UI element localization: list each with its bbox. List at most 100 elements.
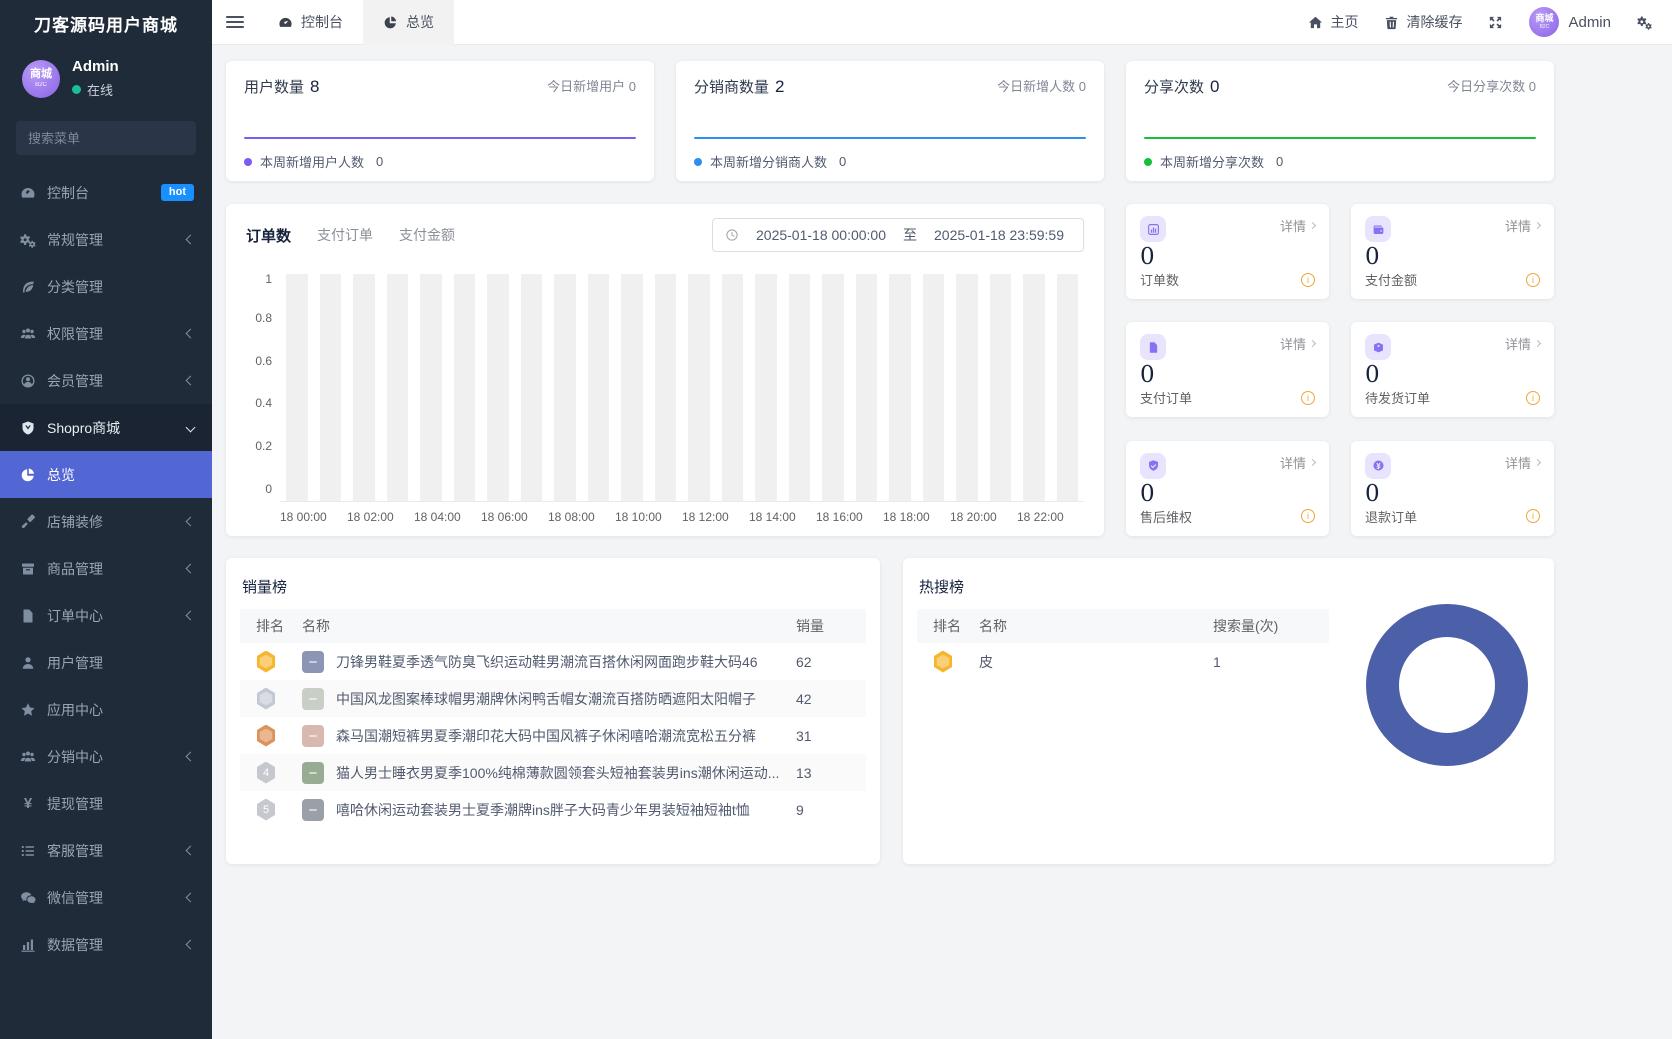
- sidebar-item-overview[interactable]: 总览: [0, 451, 212, 498]
- paintbrush-icon: [20, 514, 36, 530]
- detail-link[interactable]: 详情: [1505, 334, 1542, 353]
- detail-link[interactable]: 详情: [1280, 453, 1317, 472]
- info-icon[interactable]: i: [1526, 509, 1540, 524]
- chevron-left-icon: [185, 563, 196, 574]
- sidebar-item-apps[interactable]: 应用中心: [0, 686, 212, 733]
- x-tick-label: 18 10:00: [615, 510, 662, 524]
- chart-bar: [386, 274, 408, 501]
- stat-card-after-sales: 详情 0 售后维权 i: [1126, 440, 1329, 536]
- sidebar-item-members[interactable]: 会员管理: [0, 357, 212, 404]
- chart-bar: [855, 274, 877, 501]
- bronze-medal-icon: [257, 724, 275, 747]
- avatar: 商城 B2C: [1529, 7, 1560, 37]
- chevron-left-icon: [185, 328, 196, 339]
- chevron-right-icon: [1533, 340, 1542, 348]
- sales-value: 13: [796, 764, 812, 781]
- chart-tab-paid-orders[interactable]: 支付订单: [317, 225, 373, 245]
- detail-link[interactable]: 详情: [1505, 216, 1542, 235]
- paid-orders-value: 0: [1140, 362, 1155, 389]
- bar-chart-icon: [1140, 216, 1166, 242]
- chart-tab-orders[interactable]: 订单数: [246, 225, 291, 246]
- keyword: 皮: [979, 653, 993, 670]
- hot-badge: hot: [160, 183, 194, 202]
- sidebar-item-data[interactable]: 数据管理: [0, 921, 212, 968]
- chevron-left-icon: [185, 610, 196, 621]
- detail-link[interactable]: 详情: [1280, 216, 1317, 235]
- chevron-left-icon: [185, 845, 196, 856]
- menu-toggle-icon[interactable]: [212, 0, 258, 45]
- gauge-icon: [20, 185, 36, 201]
- info-icon[interactable]: i: [1301, 509, 1315, 524]
- date-range-picker[interactable]: 2025-01-18 00:00:00 至 2025-01-18 23:59:5…: [712, 218, 1084, 252]
- trend-line: [1144, 137, 1536, 139]
- stat-cards-grid: 详情 0 订单数 i 详情 0 支付金额 i 详情 0 支付订单 i 详情 0 …: [1126, 204, 1554, 536]
- gauge-icon: [278, 15, 293, 30]
- sidebar-item-general[interactable]: 常规管理: [0, 216, 212, 263]
- stat-card-paid-orders: 详情 0 支付订单 i: [1126, 322, 1329, 418]
- silver-medal-icon: [257, 687, 275, 710]
- sidebar-item-dashboard[interactable]: 控制台 hot: [0, 169, 212, 216]
- sidebar-menu: 控制台 hot 常规管理 分类管理 权限管理 会员管理 Shopro商城 总览 …: [0, 169, 212, 968]
- detail-link[interactable]: 详情: [1280, 334, 1317, 353]
- users-count: 8: [310, 77, 320, 96]
- shield-icon: [1140, 452, 1166, 479]
- wechat-icon: [20, 890, 36, 906]
- summary-card-distributors: 分销商数量 2 今日新增人数 0 本周新增分销商人数 0: [676, 61, 1104, 181]
- summary-card-users: 用户数量 8 今日新增用户 0 本周新增用户人数 0: [226, 61, 654, 181]
- date-start[interactable]: 2025-01-18 00:00:00: [749, 227, 893, 243]
- clear-cache-button[interactable]: 清除缓存: [1384, 12, 1462, 32]
- menu-search-input[interactable]: [28, 130, 204, 146]
- package-icon: [1365, 334, 1391, 361]
- sales-value: 31: [796, 727, 812, 744]
- chevron-down-icon: [185, 422, 196, 433]
- detail-link[interactable]: 详情: [1505, 453, 1542, 472]
- rankings-row: 销量榜 排名 名称 销量 刀锋男鞋夏季透气防臭飞织运动鞋男潮流百搭休闲网面跑步鞋…: [226, 558, 1554, 864]
- chart-bar: [1023, 274, 1045, 501]
- sidebar-item-category[interactable]: 分类管理: [0, 263, 212, 310]
- paid-amount-value: 0: [1365, 244, 1380, 270]
- table-row: 刀锋男鞋夏季透气防臭飞织运动鞋男潮流百搭休闲网面跑步鞋大码46 62: [240, 643, 866, 680]
- sidebar-item-shopro[interactable]: Shopro商城: [0, 404, 212, 451]
- home-button[interactable]: 主页: [1308, 12, 1358, 32]
- sidebar-item-service[interactable]: 客服管理: [0, 827, 212, 874]
- x-tick-label: 18 00:00: [280, 510, 327, 524]
- app-title: 刀客源码用户商城: [34, 15, 178, 35]
- orders-row: 订单数 支付订单 支付金额 2025-01-18 00:00:00 至 2025…: [226, 204, 1554, 536]
- admin-menu[interactable]: 商城 B2C Admin: [1529, 7, 1611, 37]
- chart-bar: [989, 274, 1011, 501]
- chart-bar: [755, 274, 777, 501]
- chevron-right-icon: [1533, 458, 1542, 466]
- chevron-left-icon: [185, 375, 196, 386]
- avatar[interactable]: 商城 B2C: [22, 59, 60, 98]
- info-icon[interactable]: i: [1526, 390, 1540, 405]
- user-icon: [20, 655, 36, 671]
- settings-gears-icon[interactable]: [1637, 15, 1652, 30]
- sales-rank-title: 销量榜: [242, 579, 288, 596]
- table-row: 森马国潮短裤男夏季潮印花大码中国风裤子休闲嘻哈潮流宽松五分裤 31: [240, 717, 866, 754]
- info-icon[interactable]: i: [1301, 390, 1315, 405]
- hot-search-donut-chart: [1366, 604, 1528, 766]
- product-thumbnail: [302, 650, 324, 673]
- chart-bar: [420, 274, 442, 501]
- sidebar-item-users[interactable]: 用户管理: [0, 639, 212, 686]
- info-icon[interactable]: i: [1301, 272, 1315, 287]
- rank-badge: 4: [257, 761, 275, 784]
- chart-tab-paid-amount[interactable]: 支付金额: [399, 225, 455, 245]
- sidebar-item-store-design[interactable]: 店铺装修: [0, 498, 212, 545]
- info-icon[interactable]: i: [1526, 272, 1540, 287]
- table-row: 4 猫人男士睡衣男夏季100%纯棉薄款圆领套头短袖套装男ins潮休闲运动... …: [240, 754, 866, 791]
- sidebar-item-wechat[interactable]: 微信管理: [0, 874, 212, 921]
- legend-dot-icon: [1144, 157, 1152, 166]
- sidebar-item-distribution[interactable]: 分销中心: [0, 733, 212, 780]
- product-thumbnail: [302, 724, 324, 747]
- sidebar-item-permissions[interactable]: 权限管理: [0, 310, 212, 357]
- date-end[interactable]: 2025-01-18 23:59:59: [927, 227, 1071, 243]
- trend-line: [694, 137, 1086, 139]
- sidebar-item-orders[interactable]: 订单中心: [0, 592, 212, 639]
- fullscreen-icon[interactable]: [1488, 15, 1503, 30]
- sidebar-item-products[interactable]: 商品管理: [0, 545, 212, 592]
- sidebar-item-withdrawal[interactable]: ¥ 提现管理: [0, 780, 212, 827]
- x-tick-label: 18 04:00: [414, 510, 461, 524]
- tab-dashboard[interactable]: 控制台: [258, 0, 363, 45]
- tab-overview[interactable]: 总览: [363, 0, 454, 45]
